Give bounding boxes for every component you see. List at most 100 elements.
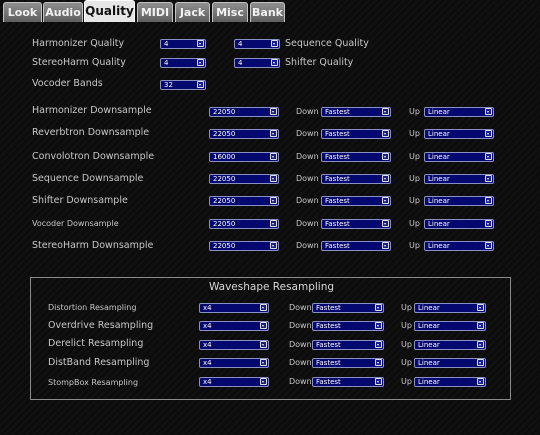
up-label: Up bbox=[409, 241, 420, 250]
chevron-down-icon bbox=[382, 175, 389, 182]
derelict-up-select[interactable]: Linear bbox=[414, 340, 486, 350]
distband-resampling-label: DistBand Resampling bbox=[48, 357, 150, 368]
reverbtron-down-select[interactable]: Fastest bbox=[321, 129, 391, 139]
chevron-down-icon bbox=[382, 197, 389, 204]
up-label: Up bbox=[409, 107, 420, 116]
overdrive-resampling-label: Overdrive Resampling bbox=[48, 320, 154, 331]
chevron-down-icon bbox=[485, 175, 492, 182]
tab-midi[interactable]: MIDI bbox=[137, 2, 173, 22]
tab-bank[interactable]: Bank bbox=[250, 2, 285, 22]
distortion-factor-select[interactable]: x4 bbox=[199, 303, 269, 313]
down-label: Down bbox=[289, 303, 312, 312]
shifter-downsample-label: Shifter Downsample bbox=[32, 195, 128, 206]
shifter-downsample-rate-select[interactable]: 22050 bbox=[209, 196, 279, 206]
chevron-down-icon bbox=[271, 40, 278, 47]
harmonizer-quality-label: Harmonizer Quality bbox=[32, 38, 125, 49]
chevron-down-icon bbox=[485, 130, 492, 137]
stereoharm-up-select[interactable]: Linear bbox=[424, 241, 494, 251]
chevron-down-icon bbox=[270, 108, 277, 115]
distortion-up-select[interactable]: Linear bbox=[414, 303, 486, 313]
chevron-down-icon bbox=[485, 108, 492, 115]
sequence-down-select[interactable]: Fastest bbox=[321, 174, 391, 184]
shifter-quality-select[interactable]: 4 bbox=[234, 58, 280, 68]
chevron-down-icon bbox=[375, 304, 382, 311]
stereoharm-downsample-label: StereoHarm Downsample bbox=[32, 240, 154, 251]
derelict-resampling-label: Derelict Resampling bbox=[48, 338, 144, 349]
distband-up-select[interactable]: Linear bbox=[414, 358, 486, 368]
up-label: Up bbox=[401, 377, 412, 386]
stompbox-factor-select[interactable]: x4 bbox=[199, 377, 269, 387]
shifter-up-select[interactable]: Linear bbox=[424, 196, 494, 206]
vocoder-downsample-rate-select[interactable]: 22050 bbox=[209, 219, 279, 229]
distortion-resampling-label: Distortion Resampling bbox=[48, 303, 137, 312]
tab-jack[interactable]: Jack bbox=[175, 2, 210, 22]
waveshape-resampling-title: Waveshape Resampling bbox=[208, 281, 335, 293]
chevron-down-icon bbox=[375, 322, 382, 329]
vocoder-down-select[interactable]: Fastest bbox=[321, 219, 391, 229]
chevron-down-icon bbox=[477, 359, 484, 366]
convolotron-downsample-rate-select[interactable]: 16000 bbox=[209, 152, 279, 162]
convolotron-up-select[interactable]: Linear bbox=[424, 152, 494, 162]
derelict-down-select[interactable]: Fastest bbox=[312, 340, 384, 350]
stereoharm-quality-select[interactable]: 4 bbox=[160, 58, 206, 68]
sequence-quality-select[interactable]: 4 bbox=[234, 39, 280, 49]
distband-factor-select[interactable]: x4 bbox=[199, 358, 269, 368]
distband-down-select[interactable]: Fastest bbox=[312, 358, 384, 368]
harmonizer-down-select[interactable]: Fastest bbox=[321, 107, 391, 117]
harmonizer-quality-select[interactable]: 4 bbox=[160, 39, 206, 49]
shifter-quality-label: Shifter Quality bbox=[285, 57, 354, 68]
tab-quality[interactable]: Quality bbox=[84, 0, 135, 22]
tab-audio[interactable]: Audio bbox=[43, 2, 83, 22]
up-label: Up bbox=[401, 358, 412, 367]
overdrive-factor-select[interactable]: x4 bbox=[199, 321, 269, 331]
chevron-down-icon bbox=[270, 153, 277, 160]
chevron-down-icon bbox=[270, 242, 277, 249]
reverbtron-downsample-label: Reverbtron Downsample bbox=[32, 127, 150, 138]
overdrive-up-select[interactable]: Linear bbox=[414, 321, 486, 331]
tab-misc[interactable]: Misc bbox=[212, 2, 248, 22]
chevron-down-icon bbox=[375, 341, 382, 348]
tab-look[interactable]: Look bbox=[3, 2, 42, 22]
vocoder-up-select[interactable]: Linear bbox=[424, 219, 494, 229]
chevron-down-icon bbox=[375, 378, 382, 385]
vocoder-bands-select[interactable]: 32 bbox=[160, 80, 206, 90]
stompbox-up-select[interactable]: Linear bbox=[414, 377, 486, 387]
stereoharm-downsample-rate-select[interactable]: 22050 bbox=[209, 241, 279, 251]
chevron-down-icon bbox=[382, 153, 389, 160]
reverbtron-downsample-rate-select[interactable]: 22050 bbox=[209, 129, 279, 139]
up-label: Up bbox=[401, 303, 412, 312]
stompbox-down-select[interactable]: Fastest bbox=[312, 377, 384, 387]
chevron-down-icon bbox=[197, 59, 204, 66]
reverbtron-up-select[interactable]: Linear bbox=[424, 129, 494, 139]
up-label: Up bbox=[401, 340, 412, 349]
chevron-down-icon bbox=[270, 197, 277, 204]
vocoder-downsample-label: Vocoder Downsample bbox=[32, 219, 119, 228]
down-label: Down bbox=[296, 129, 319, 138]
up-label: Up bbox=[409, 152, 420, 161]
distortion-down-select[interactable]: Fastest bbox=[312, 303, 384, 313]
chevron-down-icon bbox=[270, 130, 277, 137]
chevron-down-icon bbox=[477, 378, 484, 385]
chevron-down-icon bbox=[260, 378, 267, 385]
stereoharm-quality-label: StereoHarm Quality bbox=[32, 57, 126, 68]
derelict-factor-select[interactable]: x4 bbox=[199, 340, 269, 350]
down-label: Down bbox=[296, 174, 319, 183]
harmonizer-downsample-rate-select[interactable]: 22050 bbox=[209, 107, 279, 117]
convolotron-down-select[interactable]: Fastest bbox=[321, 152, 391, 162]
chevron-down-icon bbox=[485, 197, 492, 204]
chevron-down-icon bbox=[260, 304, 267, 311]
chevron-down-icon bbox=[260, 359, 267, 366]
down-label: Down bbox=[296, 107, 319, 116]
harmonizer-up-select[interactable]: Linear bbox=[424, 107, 494, 117]
down-label: Down bbox=[289, 340, 312, 349]
stereoharm-down-select[interactable]: Fastest bbox=[321, 241, 391, 251]
down-label: Down bbox=[296, 219, 319, 228]
overdrive-down-select[interactable]: Fastest bbox=[312, 321, 384, 331]
chevron-down-icon bbox=[260, 322, 267, 329]
shifter-down-select[interactable]: Fastest bbox=[321, 196, 391, 206]
sequence-downsample-rate-select[interactable]: 22050 bbox=[209, 174, 279, 184]
sequence-downsample-label: Sequence Downsample bbox=[32, 173, 144, 184]
convolotron-downsample-label: Convolotron Downsample bbox=[32, 151, 155, 162]
sequence-up-select[interactable]: Linear bbox=[424, 174, 494, 184]
chevron-down-icon bbox=[271, 59, 278, 66]
